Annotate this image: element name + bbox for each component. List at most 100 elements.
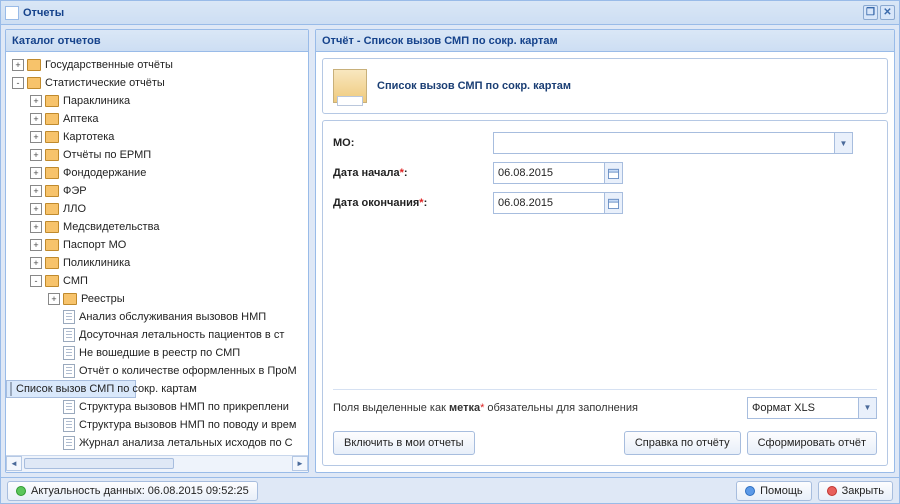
tree-folder-fond[interactable]: +Фондодержание: [6, 164, 308, 182]
tree-label: Отчёты по ЕРМП: [63, 149, 151, 161]
expand-icon[interactable]: +: [12, 59, 24, 71]
report-panel: Отчёт - Список вызов СМП по сокр. картам…: [315, 29, 895, 473]
scroll-right-button[interactable]: ►: [292, 456, 308, 471]
tree-folder-ermp[interactable]: + Отчёты по ЕРМП: [6, 146, 308, 164]
expand-icon[interactable]: +: [30, 257, 42, 269]
folder-icon: [45, 95, 59, 107]
folder-icon: [27, 59, 41, 71]
scroll-left-button[interactable]: ◄: [6, 456, 22, 471]
mo-combo[interactable]: ▼: [493, 132, 853, 154]
report-icon: [333, 69, 367, 103]
expand-icon[interactable]: +: [30, 95, 42, 107]
calendar-icon[interactable]: [604, 163, 622, 183]
tree-label: Статистические отчёты: [45, 77, 165, 89]
report-card-title: Список вызов СМП по сокр. картам: [377, 80, 571, 92]
folder-icon: [45, 185, 59, 197]
restore-button[interactable]: ❐: [863, 5, 878, 20]
tree-label: Не вошедшие в реестр по СМП: [79, 347, 240, 359]
tree-label: Реестры: [81, 293, 125, 305]
tree-label: Структура вызовов НМП по поводу и врем: [79, 419, 296, 431]
date-start-input[interactable]: 06.08.2015: [493, 162, 623, 184]
date-end-value: 06.08.2015: [494, 197, 604, 209]
expand-icon[interactable]: +: [30, 221, 42, 233]
tree-label: Медсвидетельства: [63, 221, 159, 233]
help-button[interactable]: Помощь: [736, 481, 812, 501]
expand-icon[interactable]: +: [30, 149, 42, 161]
calendar-icon[interactable]: [604, 193, 622, 213]
reports-window: Отчеты ❐ ✕ Каталог отчетов +Государствен…: [0, 0, 900, 504]
expand-icon[interactable]: +: [30, 239, 42, 251]
tree-folder-pasp[interactable]: +Паспорт МО: [6, 236, 308, 254]
document-icon: [63, 364, 75, 378]
document-icon: [10, 382, 12, 396]
tree-item-d6[interactable]: Структура вызовов НМП по прикреплени: [6, 398, 308, 416]
report-form: МО: ▼ Дата начала*: 06.08.2015: [322, 120, 888, 466]
expand-icon[interactable]: +: [30, 203, 42, 215]
run-report-button[interactable]: Сформировать отчёт: [747, 431, 877, 455]
statusbar: Актуальность данных: 06.08.2015 09:52:25…: [1, 477, 899, 503]
tree-label: Поликлиника: [63, 257, 130, 269]
help-icon: [745, 486, 755, 496]
tree-item-d5[interactable]: Список вызов СМП по сокр. картам: [6, 380, 136, 398]
expand-icon[interactable]: +: [30, 167, 42, 179]
catalog-panel: Каталог отчетов +Государственные отчёты-…: [5, 29, 309, 473]
tree-label: Анализ обслуживания вызовов НМП: [79, 311, 266, 323]
tree-item-d4[interactable]: Отчёт о количестве оформленных в ПроМ: [6, 362, 308, 380]
format-value: Формат XLS: [748, 402, 858, 414]
toggle-spacer: [48, 437, 60, 449]
folder-icon: [45, 149, 59, 161]
date-end-label: Дата окончания*:: [333, 197, 493, 209]
tree-item-d2[interactable]: Досуточная летальность пациентов в ст: [6, 326, 308, 344]
tree-folder-apt[interactable]: +Аптека: [6, 110, 308, 128]
tree-folder-smp[interactable]: -СМП: [6, 272, 308, 290]
close-icon: [827, 486, 837, 496]
tree-folder-med[interactable]: + Медсвидетельства: [6, 218, 308, 236]
chevron-down-icon[interactable]: ▼: [834, 133, 852, 153]
window-title: Отчеты: [23, 7, 64, 19]
document-icon: [63, 346, 75, 360]
tree-item-d7[interactable]: Структура вызовов НМП по поводу и врем: [6, 416, 308, 434]
document-icon: [63, 310, 75, 324]
close-window-button[interactable]: ✕: [880, 5, 895, 20]
expand-icon[interactable]: +: [30, 185, 42, 197]
report-title-card: Список вызов СМП по сокр. картам: [322, 58, 888, 114]
tree-item-d1[interactable]: Анализ обслуживания вызовов НМП: [6, 308, 308, 326]
chevron-down-icon[interactable]: ▼: [858, 398, 876, 418]
horizontal-scrollbar[interactable]: ◄ ►: [6, 455, 308, 472]
folder-icon: [63, 293, 77, 305]
folder-icon: [45, 257, 59, 269]
tree-folder-fer[interactable]: +ФЭР: [6, 182, 308, 200]
tree-folder-poli[interactable]: + Поликлиника: [6, 254, 308, 272]
data-freshness-pill[interactable]: Актуальность данных: 06.08.2015 09:52:25: [7, 481, 258, 501]
scroll-thumb[interactable]: [24, 458, 174, 469]
folder-icon: [45, 131, 59, 143]
titlebar: Отчеты ❐ ✕: [1, 1, 899, 25]
folder-icon: [45, 203, 59, 215]
report-info-button[interactable]: Справка по отчёту: [624, 431, 741, 455]
expand-icon[interactable]: +: [30, 131, 42, 143]
toggle-spacer: [48, 347, 60, 359]
format-select[interactable]: Формат XLS ▼: [747, 397, 877, 419]
tree-folder-gos[interactable]: +Государственные отчёты: [6, 56, 308, 74]
tree-item-d3[interactable]: Не вошедшие в реестр по СМП: [6, 344, 308, 362]
tree-item-d8[interactable]: Журнал анализа летальных исходов по С: [6, 434, 308, 452]
collapse-icon[interactable]: -: [12, 77, 24, 89]
date-end-input[interactable]: 06.08.2015: [493, 192, 623, 214]
close-button[interactable]: Закрыть: [818, 481, 893, 501]
folder-icon: [45, 239, 59, 251]
tree-label: Список вызов СМП по сокр. картам: [16, 383, 197, 395]
tree-label: Отчёт о количестве оформленных в ПроМ: [79, 365, 297, 377]
collapse-icon[interactable]: -: [30, 275, 42, 287]
expand-icon[interactable]: +: [48, 293, 60, 305]
include-in-my-reports-button[interactable]: Включить в мои отчеты: [333, 431, 475, 455]
tree-folder-kart[interactable]: +Картотека: [6, 128, 308, 146]
hint-row: Поля выделенные как метка* обязательны д…: [333, 389, 877, 419]
tree-folder-llo[interactable]: +ЛЛО: [6, 200, 308, 218]
expand-icon[interactable]: +: [30, 113, 42, 125]
toggle-spacer: [48, 401, 60, 413]
tree-folder-reestr[interactable]: + Реестры: [6, 290, 308, 308]
tree-folder-para[interactable]: +Параклиника: [6, 92, 308, 110]
tree-folder-stat[interactable]: - Статистические отчёты: [6, 74, 308, 92]
reports-tree[interactable]: +Государственные отчёты - Статистические о…: [6, 52, 308, 455]
report-header: Отчёт - Список вызов СМП по сокр. картам: [316, 30, 894, 52]
